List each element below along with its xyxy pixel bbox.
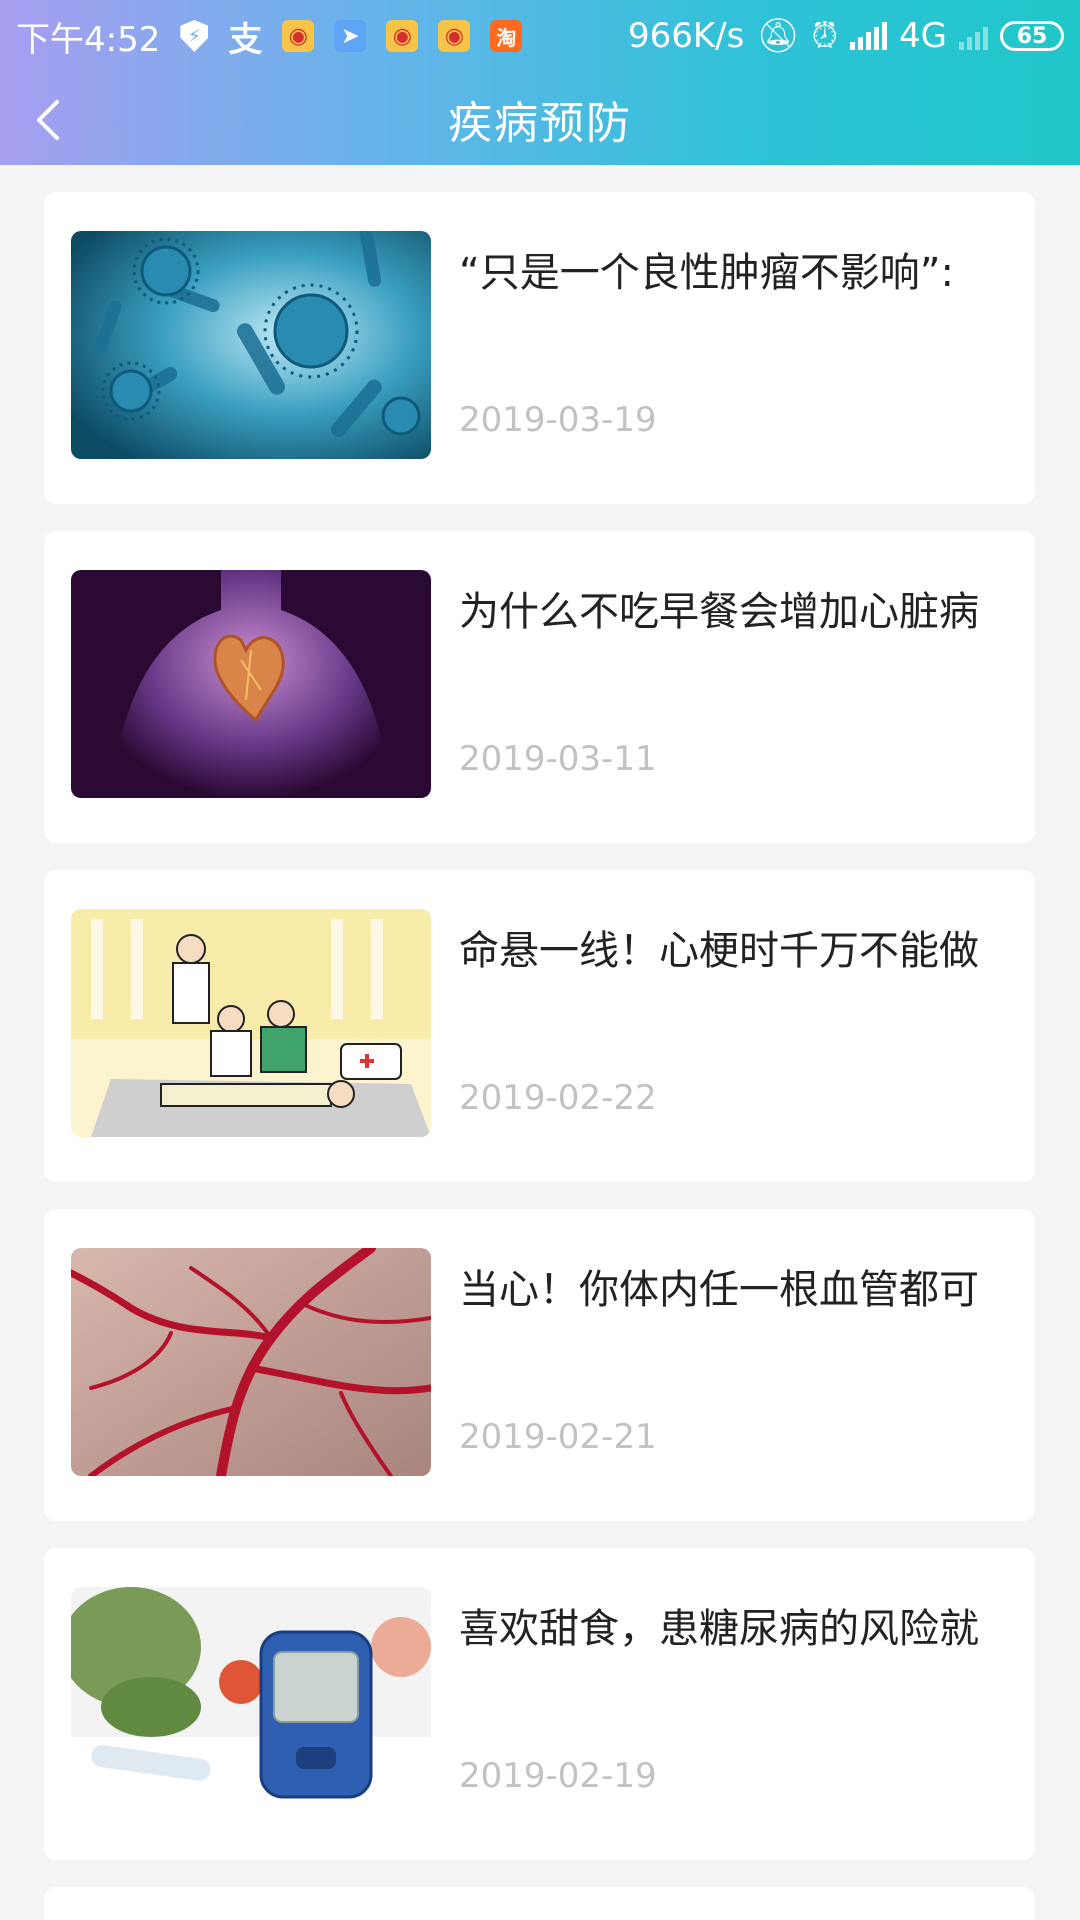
article-date: 2019-02-19 bbox=[459, 1756, 657, 1796]
taobao-icon: 淘 bbox=[490, 20, 523, 52]
weibo-icon: ◉ bbox=[282, 20, 315, 52]
blood-vessel-image bbox=[71, 1248, 431, 1476]
weibo-icon: ◉ bbox=[438, 20, 471, 52]
first-aid-image bbox=[71, 909, 431, 1137]
heart-image bbox=[71, 570, 431, 798]
mute-icon: 🔕︎ bbox=[756, 16, 800, 56]
network-type: 4G bbox=[899, 16, 947, 56]
article-date: 2019-02-21 bbox=[459, 1417, 657, 1457]
article-card[interactable]: 为什么不吃早餐会增加心脏病 2019-03-11 bbox=[44, 531, 1035, 843]
alarm-icon: ⏰︎ bbox=[811, 16, 839, 56]
battery-icon: 65 bbox=[1000, 21, 1064, 51]
back-button[interactable] bbox=[18, 90, 78, 150]
article-title: “只是一个良性肿瘤不影响”: bbox=[459, 250, 954, 296]
network-speed: 966K/s bbox=[627, 16, 745, 56]
weibo-icon: ◉ bbox=[386, 20, 419, 52]
signal-icon bbox=[850, 22, 888, 50]
article-title: 命悬一线！心梗时千万不能做 bbox=[459, 928, 979, 974]
mail-icon: ➤ bbox=[334, 20, 367, 52]
shield-icon: ⚡ bbox=[180, 20, 209, 52]
back-arrow-icon bbox=[37, 100, 59, 140]
glucose-meter-image bbox=[71, 1587, 431, 1815]
page-title: 疾病预防 bbox=[448, 97, 632, 149]
status-bar: 下午4:52 ⚡ 支 ◉ ➤ ◉ ◉ 淘 966K/s 🔕︎ ⏰︎ 4G 65 bbox=[0, 0, 1080, 72]
article-card[interactable]: 喜欢甜食，患糖尿病的风险就 2019-02-19 bbox=[44, 1548, 1035, 1860]
article-title: 喜欢甜食，患糖尿病的风险就 bbox=[459, 1606, 979, 1652]
article-card-partial[interactable] bbox=[44, 1887, 1035, 1920]
virus-image bbox=[71, 231, 431, 459]
article-date: 2019-03-19 bbox=[459, 400, 657, 440]
article-title: 为什么不吃早餐会增加心脏病 bbox=[459, 589, 979, 635]
signal-secondary-icon bbox=[959, 22, 988, 50]
article-date: 2019-03-11 bbox=[459, 739, 657, 779]
article-title: 当心！你体内任一根血管都可 bbox=[459, 1267, 979, 1313]
article-card[interactable]: 命悬一线！心梗时千万不能做 2019-02-22 bbox=[44, 870, 1035, 1182]
article-card[interactable]: “只是一个良性肿瘤不影响”: 2019-03-19 bbox=[44, 192, 1035, 504]
alipay-icon: 支 bbox=[228, 19, 263, 60]
app-header: 下午4:52 ⚡ 支 ◉ ➤ ◉ ◉ 淘 966K/s 🔕︎ ⏰︎ 4G 65 bbox=[0, 0, 1080, 165]
title-bar: 疾病预防 bbox=[0, 72, 1080, 165]
article-date: 2019-02-22 bbox=[459, 1078, 657, 1118]
battery-level: 65 bbox=[1016, 23, 1048, 49]
status-time: 下午4:52 bbox=[16, 19, 161, 60]
article-list: “只是一个良性肿瘤不影响”: 2019-03-19 为什么不吃早餐会增加心脏病 bbox=[44, 192, 1035, 1920]
article-card[interactable]: 当心！你体内任一根血管都可 2019-02-21 bbox=[44, 1209, 1035, 1521]
